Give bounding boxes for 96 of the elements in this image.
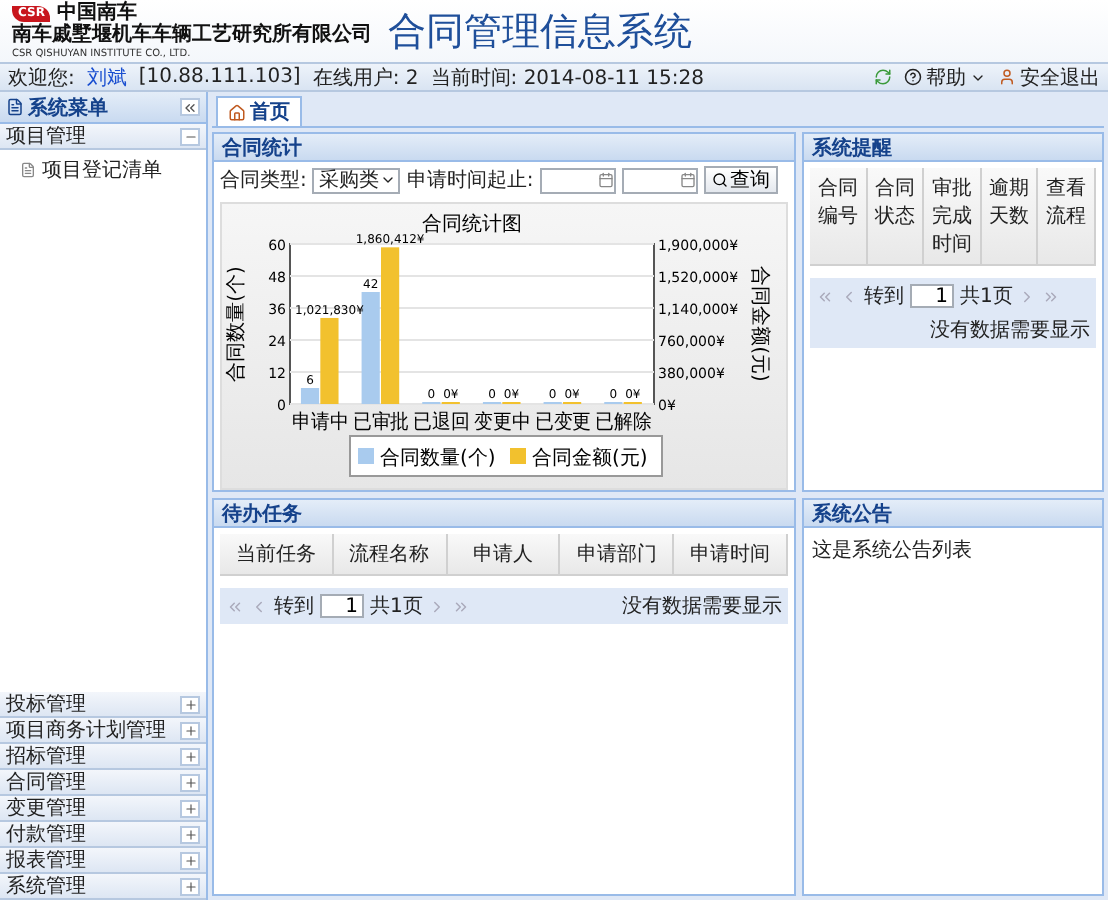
expand-icon[interactable] [180, 773, 200, 791]
menu-group-label: 变更管理 [6, 795, 86, 822]
expand-icon[interactable] [180, 721, 200, 739]
menu-group[interactable]: 系统管理 [0, 874, 206, 900]
menu-group-label: 招标管理 [6, 743, 86, 770]
search-icon [711, 172, 728, 188]
menu-group-label: 项目管理 [6, 124, 86, 150]
page-input[interactable]: 1 [320, 594, 364, 618]
search-button[interactable]: 查询 [703, 166, 778, 194]
menu-group-label: 投标管理 [6, 691, 86, 718]
menu-group[interactable]: 项目商务计划管理 [0, 718, 206, 744]
goto-label: 转到 [274, 594, 314, 620]
menu-group[interactable]: 付款管理 [0, 822, 206, 848]
expand-icon[interactable] [180, 877, 200, 895]
panel-title: 合同统计 [214, 134, 794, 162]
expand-icon[interactable] [180, 825, 200, 843]
category-label: 已解除 [595, 412, 656, 434]
last-page-icon[interactable] [1042, 287, 1061, 305]
menu-group-label: 付款管理 [6, 822, 86, 848]
previous-page-icon[interactable] [840, 287, 858, 305]
page-input[interactable]: 1 [910, 284, 954, 308]
help-icon [904, 68, 922, 86]
welcome-label: 欢迎您: [8, 65, 75, 91]
user-link[interactable]: 刘斌 [86, 63, 127, 91]
collapse-button[interactable] [180, 98, 200, 116]
expand-icon[interactable] [180, 799, 200, 817]
collapse-icon[interactable] [180, 127, 200, 145]
first-page-icon[interactable] [816, 287, 834, 305]
menu-group[interactable]: 合同管理 [0, 770, 206, 796]
menu-group[interactable]: 项目管理 [0, 124, 206, 150]
expand-icon[interactable] [180, 851, 200, 869]
column-header: 申请部门 [560, 534, 675, 574]
column-header: 申请人 [447, 534, 561, 574]
logo-text: 中国南车 [56, 2, 137, 24]
menu-group-label: 系统管理 [6, 873, 86, 900]
ip-address: [10.88.111.103] [138, 66, 301, 88]
menu-group-label: 项目商务计划管理 [6, 717, 166, 744]
column-header: 流程名称 [333, 534, 448, 574]
company-name: 南车戚墅堰机车车辆工艺研究所有限公司 [12, 24, 372, 48]
panel-title: 系统公告 [804, 500, 1102, 528]
panel-title: 待办任务 [214, 500, 794, 528]
help-button[interactable]: 帮助 [904, 63, 986, 91]
axis-title: 合同金额(元) [748, 266, 770, 382]
menu-group[interactable]: 招标管理 [0, 744, 206, 770]
menu-group[interactable]: 变更管理 [0, 796, 206, 822]
column-header: 合同编号 [810, 168, 868, 264]
column-header: 当前任务 [220, 534, 334, 574]
expand-icon[interactable] [180, 747, 200, 765]
system-title: 合同管理信息系统 [388, 7, 692, 57]
date-label: 申请时间起止: [406, 167, 534, 194]
type-label: 合同类型: [220, 167, 307, 194]
column-header: 申请时间 [674, 534, 788, 574]
column-header: 查看流程 [1038, 168, 1096, 264]
page-count: 共1页 [960, 283, 1013, 310]
sidebar-title: 系统菜单 [28, 95, 108, 121]
menu-group-label: 报表管理 [6, 847, 86, 874]
end-date-field[interactable] [621, 167, 698, 193]
current-time: 当前时间: 2014-08-11 15:28 [430, 65, 704, 91]
category-label: 已变更 [534, 412, 595, 434]
document-icon [20, 162, 36, 178]
category-label: 变更中 [474, 412, 534, 434]
column-header: 合同状态 [867, 168, 925, 264]
category-label: 已审批 [352, 412, 413, 434]
axis-title: 合同数量(个) [226, 266, 248, 382]
logout-button[interactable]: 安全退出 [998, 63, 1100, 91]
chart-title: 合同统计图 [422, 214, 522, 236]
home-icon [228, 103, 246, 121]
last-page-icon[interactable] [452, 597, 471, 615]
calendar-icon [679, 172, 696, 188]
empty-message: 没有数据需要显示 [930, 318, 1090, 344]
online-users: 在线用户: 2 [312, 65, 419, 91]
legend-label: 合同数量(个) [380, 448, 496, 470]
calendar-icon [597, 172, 614, 188]
category-label: 已退回 [413, 412, 474, 434]
notice-text: 这是系统公告列表 [810, 537, 974, 566]
user-icon [998, 68, 1016, 86]
previous-page-icon[interactable] [250, 597, 268, 615]
tab[interactable]: 首页 [216, 96, 302, 126]
goto-label: 转到 [864, 284, 904, 310]
category-label: 申请中 [292, 412, 352, 434]
caret-icon [380, 172, 397, 188]
column-header: 逾期天数 [981, 168, 1039, 264]
empty-message: 没有数据需要显示 [622, 594, 782, 620]
start-date-field[interactable] [539, 167, 616, 193]
refresh-icon[interactable] [874, 68, 892, 86]
menu-group[interactable]: 投标管理 [0, 692, 206, 718]
expand-icon[interactable] [180, 695, 200, 713]
menu-group[interactable]: 报表管理 [0, 848, 206, 874]
first-page-icon[interactable] [226, 597, 244, 615]
column-header: 审批完成时间 [924, 168, 982, 264]
menu-group-label: 合同管理 [6, 770, 86, 796]
type-select[interactable]: 采购类 [312, 167, 401, 193]
panel-title: 系统提醒 [804, 134, 1102, 162]
page-count: 共1页 [370, 593, 423, 620]
menu-item[interactable]: 项目登记清单 [0, 150, 206, 190]
legend-label: 合同金额(元) [532, 448, 648, 470]
